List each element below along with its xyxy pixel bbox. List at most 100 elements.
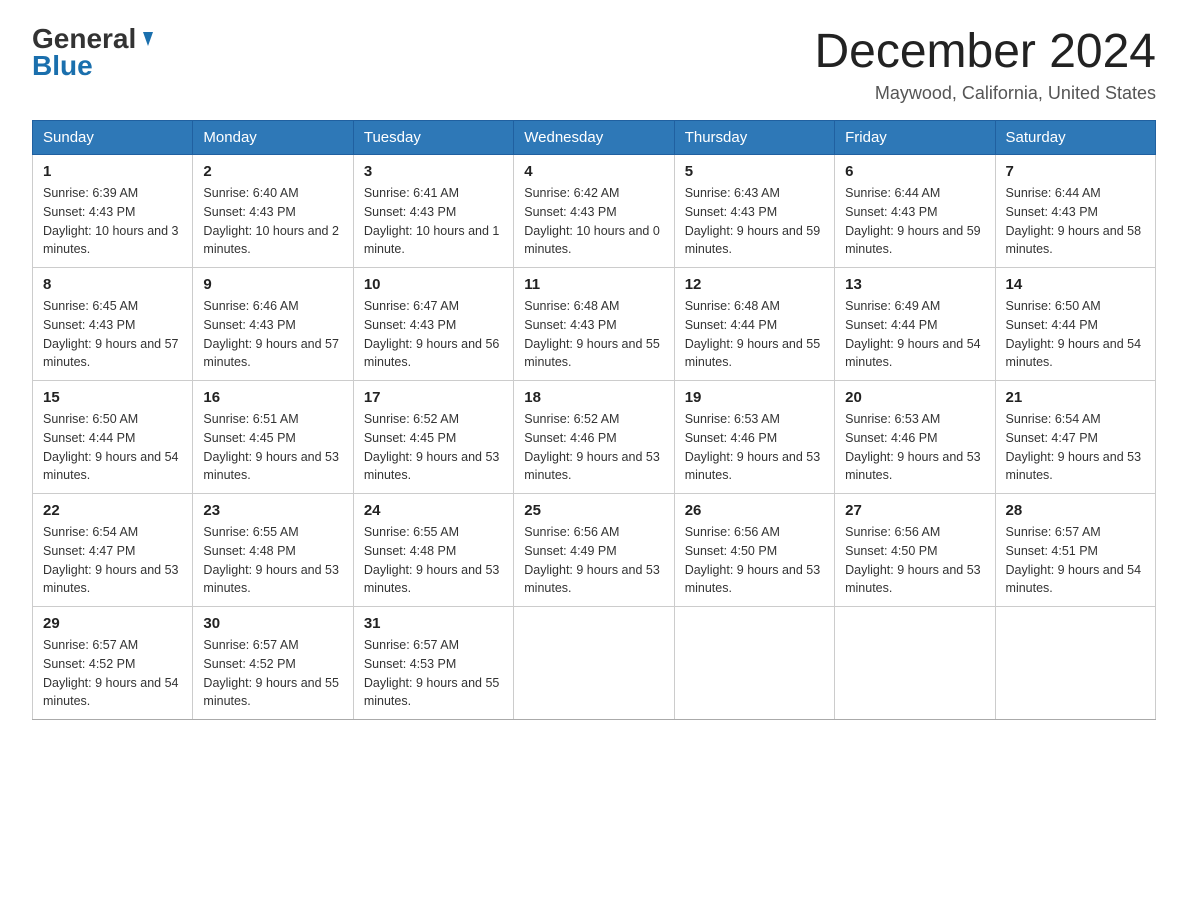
- day-info: Sunrise: 6:56 AMSunset: 4:50 PMDaylight:…: [685, 523, 824, 598]
- day-number: 14: [1006, 276, 1145, 293]
- day-info: Sunrise: 6:55 AMSunset: 4:48 PMDaylight:…: [364, 523, 503, 598]
- calendar-cell: 16 Sunrise: 6:51 AMSunset: 4:45 PMDayligh…: [193, 381, 353, 494]
- day-number: 20: [845, 389, 984, 406]
- calendar-table: SundayMondayTuesdayWednesdayThursdayFrid…: [32, 120, 1156, 720]
- calendar-cell: 2 Sunrise: 6:40 AMSunset: 4:43 PMDaylight…: [193, 155, 353, 268]
- day-info: Sunrise: 6:56 AMSunset: 4:49 PMDaylight:…: [524, 523, 663, 598]
- calendar-cell: 19 Sunrise: 6:53 AMSunset: 4:46 PMDayligh…: [674, 381, 834, 494]
- calendar-cell: 31Sunrise: 6:57 AMSunset: 4:53 PMDayligh…: [353, 607, 513, 720]
- day-number: 27: [845, 502, 984, 519]
- day-info: Sunrise: 6:57 AMSunset: 4:51 PMDaylight:…: [1006, 523, 1145, 598]
- day-number: 24: [364, 502, 503, 519]
- col-header-thursday: Thursday: [674, 121, 834, 155]
- day-info: Sunrise: 6:43 AMSunset: 4:43 PMDaylight:…: [685, 184, 824, 259]
- day-info: Sunrise: 6:54 AMSunset: 4:47 PMDaylight:…: [43, 523, 182, 598]
- col-header-tuesday: Tuesday: [353, 121, 513, 155]
- calendar-cell: 21 Sunrise: 6:54 AMSunset: 4:47 PMDayligh…: [995, 381, 1155, 494]
- logo: General Blue: [32, 24, 159, 82]
- day-number: 21: [1006, 389, 1145, 406]
- day-info: Sunrise: 6:48 AMSunset: 4:43 PMDaylight:…: [524, 297, 663, 372]
- day-number: 8: [43, 276, 182, 293]
- calendar-week-4: 22 Sunrise: 6:54 AMSunset: 4:47 PMDayligh…: [33, 494, 1156, 607]
- calendar-cell: 28 Sunrise: 6:57 AMSunset: 4:51 PMDayligh…: [995, 494, 1155, 607]
- day-number: 25: [524, 502, 663, 519]
- calendar-cell: 8 Sunrise: 6:45 AMSunset: 4:43 PMDaylight…: [33, 268, 193, 381]
- calendar-cell: 18Sunrise: 6:52 AMSunset: 4:46 PMDayligh…: [514, 381, 674, 494]
- calendar-cell: 25 Sunrise: 6:56 AMSunset: 4:49 PMDayligh…: [514, 494, 674, 607]
- day-info: Sunrise: 6:57 AMSunset: 4:52 PMDaylight:…: [43, 636, 182, 711]
- day-info: Sunrise: 6:39 AMSunset: 4:43 PMDaylight:…: [43, 184, 182, 259]
- calendar-week-1: 1 Sunrise: 6:39 AMSunset: 4:43 PMDaylight…: [33, 155, 1156, 268]
- day-number: 29: [43, 615, 182, 632]
- day-number: 9: [203, 276, 342, 293]
- calendar-cell: 3 Sunrise: 6:41 AMSunset: 4:43 PMDaylight…: [353, 155, 513, 268]
- day-info: Sunrise: 6:51 AMSunset: 4:45 PMDaylight:…: [203, 410, 342, 485]
- day-number: 6: [845, 163, 984, 180]
- day-number: 12: [685, 276, 824, 293]
- calendar-header: SundayMondayTuesdayWednesdayThursdayFrid…: [33, 121, 1156, 155]
- calendar-cell: [674, 607, 834, 720]
- day-number: 3: [364, 163, 503, 180]
- calendar-cell: 4 Sunrise: 6:42 AMSunset: 4:43 PMDaylight…: [514, 155, 674, 268]
- calendar-cell: 26 Sunrise: 6:56 AMSunset: 4:50 PMDayligh…: [674, 494, 834, 607]
- logo-blue-text: Blue: [32, 51, 159, 82]
- col-header-wednesday: Wednesday: [514, 121, 674, 155]
- calendar-week-3: 15 Sunrise: 6:50 AMSunset: 4:44 PMDayligh…: [33, 381, 1156, 494]
- day-number: 10: [364, 276, 503, 293]
- calendar-cell: 1 Sunrise: 6:39 AMSunset: 4:43 PMDaylight…: [33, 155, 193, 268]
- calendar-cell: 20 Sunrise: 6:53 AMSunset: 4:46 PMDayligh…: [835, 381, 995, 494]
- calendar-location: Maywood, California, United States: [814, 83, 1156, 104]
- day-info: Sunrise: 6:45 AMSunset: 4:43 PMDaylight:…: [43, 297, 182, 372]
- col-header-friday: Friday: [835, 121, 995, 155]
- day-number: 16: [203, 389, 342, 406]
- day-number: 30: [203, 615, 342, 632]
- day-number: 26: [685, 502, 824, 519]
- calendar-cell: 9 Sunrise: 6:46 AMSunset: 4:43 PMDaylight…: [193, 268, 353, 381]
- calendar-body: 1 Sunrise: 6:39 AMSunset: 4:43 PMDaylight…: [33, 155, 1156, 720]
- calendar-cell: 13 Sunrise: 6:49 AMSunset: 4:44 PMDayligh…: [835, 268, 995, 381]
- day-info: Sunrise: 6:54 AMSunset: 4:47 PMDaylight:…: [1006, 410, 1145, 485]
- col-header-monday: Monday: [193, 121, 353, 155]
- day-number: 22: [43, 502, 182, 519]
- title-block: December 2024 Maywood, California, Unite…: [814, 24, 1156, 104]
- day-number: 28: [1006, 502, 1145, 519]
- calendar-cell: 6 Sunrise: 6:44 AMSunset: 4:43 PMDaylight…: [835, 155, 995, 268]
- day-number: 17: [364, 389, 503, 406]
- day-info: Sunrise: 6:53 AMSunset: 4:46 PMDaylight:…: [685, 410, 824, 485]
- calendar-cell: 11 Sunrise: 6:48 AMSunset: 4:43 PMDayligh…: [514, 268, 674, 381]
- day-number: 23: [203, 502, 342, 519]
- calendar-week-2: 8 Sunrise: 6:45 AMSunset: 4:43 PMDaylight…: [33, 268, 1156, 381]
- calendar-cell: [514, 607, 674, 720]
- day-number: 13: [845, 276, 984, 293]
- day-number: 19: [685, 389, 824, 406]
- day-info: Sunrise: 6:40 AMSunset: 4:43 PMDaylight:…: [203, 184, 342, 259]
- calendar-week-5: 29 Sunrise: 6:57 AMSunset: 4:52 PMDayligh…: [33, 607, 1156, 720]
- day-number: 11: [524, 276, 663, 293]
- day-info: Sunrise: 6:56 AMSunset: 4:50 PMDaylight:…: [845, 523, 984, 598]
- day-number: 7: [1006, 163, 1145, 180]
- calendar-cell: 22 Sunrise: 6:54 AMSunset: 4:47 PMDayligh…: [33, 494, 193, 607]
- calendar-cell: 24 Sunrise: 6:55 AMSunset: 4:48 PMDayligh…: [353, 494, 513, 607]
- day-number: 4: [524, 163, 663, 180]
- calendar-cell: 15 Sunrise: 6:50 AMSunset: 4:44 PMDayligh…: [33, 381, 193, 494]
- day-info: Sunrise: 6:44 AMSunset: 4:43 PMDaylight:…: [845, 184, 984, 259]
- day-number: 18: [524, 389, 663, 406]
- day-info: Sunrise: 6:46 AMSunset: 4:43 PMDaylight:…: [203, 297, 342, 372]
- day-info: Sunrise: 6:50 AMSunset: 4:44 PMDaylight:…: [1006, 297, 1145, 372]
- day-number: 2: [203, 163, 342, 180]
- day-info: Sunrise: 6:53 AMSunset: 4:46 PMDaylight:…: [845, 410, 984, 485]
- calendar-cell: 27 Sunrise: 6:56 AMSunset: 4:50 PMDayligh…: [835, 494, 995, 607]
- col-header-sunday: Sunday: [33, 121, 193, 155]
- calendar-cell: 14 Sunrise: 6:50 AMSunset: 4:44 PMDayligh…: [995, 268, 1155, 381]
- day-info: Sunrise: 6:49 AMSunset: 4:44 PMDaylight:…: [845, 297, 984, 372]
- calendar-cell: 30Sunrise: 6:57 AMSunset: 4:52 PMDayligh…: [193, 607, 353, 720]
- day-info: Sunrise: 6:50 AMSunset: 4:44 PMDaylight:…: [43, 410, 182, 485]
- day-number: 1: [43, 163, 182, 180]
- day-number: 15: [43, 389, 182, 406]
- day-info: Sunrise: 6:42 AMSunset: 4:43 PMDaylight:…: [524, 184, 663, 259]
- day-info: Sunrise: 6:57 AMSunset: 4:53 PMDaylight:…: [364, 636, 503, 711]
- calendar-cell: 17Sunrise: 6:52 AMSunset: 4:45 PMDayligh…: [353, 381, 513, 494]
- day-info: Sunrise: 6:41 AMSunset: 4:43 PMDaylight:…: [364, 184, 503, 259]
- calendar-cell: [995, 607, 1155, 720]
- calendar-cell: 23Sunrise: 6:55 AMSunset: 4:48 PMDayligh…: [193, 494, 353, 607]
